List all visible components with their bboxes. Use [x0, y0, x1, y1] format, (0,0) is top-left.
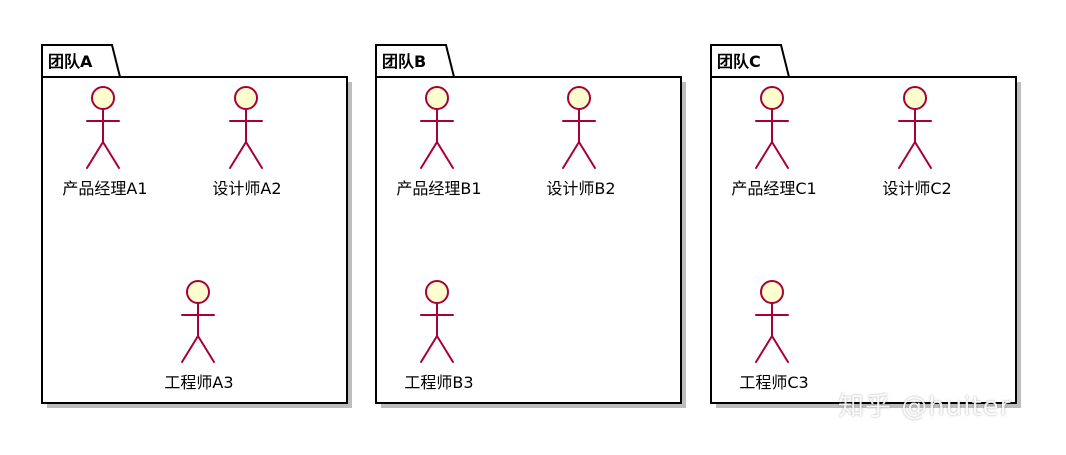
actor-label: 工程师C3 — [739, 373, 808, 392]
package-team-a: 团队A 产品经理A1 设计师A2 工程师A3 — [41, 44, 352, 408]
actor-label: 工程师A3 — [164, 373, 233, 392]
actor-label: 产品经理A1 — [62, 179, 147, 198]
package-frame — [710, 76, 1017, 404]
package-team-b: 团队B 产品经理B1 设计师B2 工程师B3 — [375, 44, 686, 408]
actor-label: 设计师A2 — [212, 179, 281, 198]
package-frame — [41, 76, 348, 404]
package-title: 团队C — [717, 52, 761, 71]
actor-label: 设计师B2 — [546, 179, 615, 198]
package-title: 团队A — [48, 52, 93, 71]
watermark: 知乎 @huiter — [838, 392, 1012, 422]
package-title: 团队B — [382, 52, 426, 71]
actor-label: 产品经理B1 — [396, 179, 481, 198]
package-frame — [375, 76, 682, 404]
package-team-c: 团队C 产品经理C1 设计师C2 工程师C3 — [710, 44, 1021, 408]
actor-label: 设计师C2 — [882, 179, 951, 198]
actor-label: 产品经理C1 — [731, 179, 816, 198]
actor-label: 工程师B3 — [404, 373, 473, 392]
